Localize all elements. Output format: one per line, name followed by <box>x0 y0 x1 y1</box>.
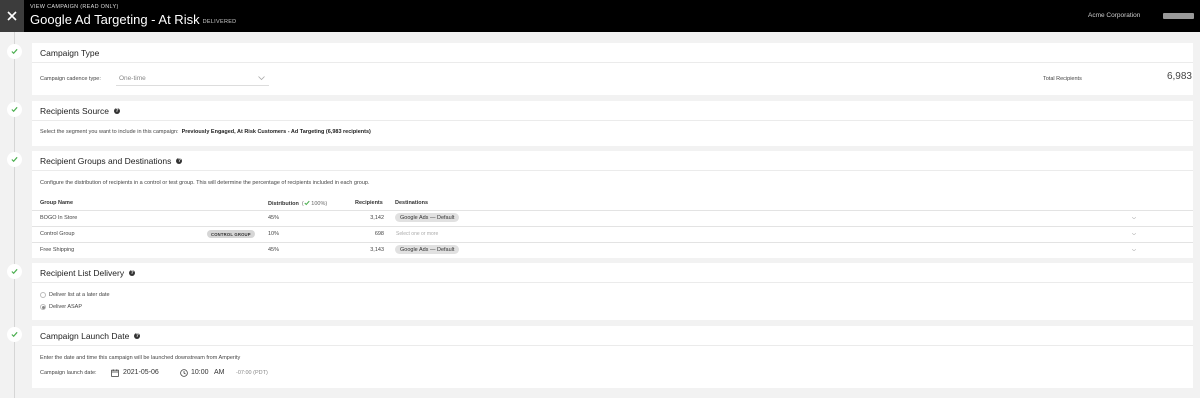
close-button[interactable] <box>0 0 24 32</box>
group-name: BOGO In Store <box>40 215 78 221</box>
status-badge: DELIVERED <box>202 19 237 25</box>
section-heading: Recipient List Delivery? <box>32 263 1193 283</box>
step-complete-check-3 <box>7 152 22 167</box>
total-recipients-label: Total Recipients <box>1043 76 1082 82</box>
group-recipients: 3,142 <box>370 215 384 221</box>
section-heading: Campaign Type <box>32 43 1193 63</box>
check-icon <box>11 48 18 55</box>
campaign-title: Google Ad Targeting - At Risk <box>30 12 200 27</box>
segment-name: Previously Engaged, At Risk Customers - … <box>181 129 371 135</box>
segment-prompt: Select the segment you want to include i… <box>40 129 179 135</box>
recipient-groups-card: Recipient Groups and Destinations? Confi… <box>32 151 1193 258</box>
column-header-destinations: Destinations <box>395 200 429 206</box>
step-timeline <box>14 32 15 398</box>
column-header-group-name: Group Name <box>40 200 74 206</box>
cadence-select[interactable]: One-time <box>116 71 269 86</box>
launch-date-value[interactable]: 2021-05-06 <box>123 369 159 376</box>
recipients-source-heading: Recipients Source <box>40 105 109 116</box>
help-icon[interactable]: ? <box>176 157 183 164</box>
help-icon[interactable]: ? <box>129 269 136 276</box>
check-icon <box>11 268 18 275</box>
check-icon <box>11 106 18 113</box>
recipient-groups-heading: Recipient Groups and Destinations <box>40 155 172 166</box>
step-complete-check-2 <box>7 102 22 117</box>
step-complete-check-4 <box>7 264 22 279</box>
column-header-recipients: Recipients <box>355 200 383 206</box>
table-row: Free Shipping 45% 3,143 Google Ads — Def… <box>32 242 1193 258</box>
destination-placeholder[interactable]: Select one or more <box>396 231 438 237</box>
campaign-type-card: Campaign Type Campaign cadence type: One… <box>32 43 1193 95</box>
group-distribution: 45% <box>268 215 280 221</box>
app-header: VIEW CAMPAIGN (READ ONLY) Google Ad Targ… <box>0 0 1200 32</box>
group-distribution: 45% <box>268 247 280 253</box>
launch-description: Enter the date and time this campaign wi… <box>40 355 241 361</box>
radio-button-selected[interactable] <box>40 304 46 310</box>
check-icon <box>304 200 310 206</box>
launch-ampm-value[interactable]: AM <box>214 369 225 376</box>
table-row: Control Group CONTROL GROUP 10% 698 Sele… <box>32 226 1193 242</box>
chevron-down-icon <box>258 76 265 81</box>
total-recipients-value: 6,983 <box>1166 71 1192 82</box>
distribution-total: 100% <box>311 201 326 207</box>
chevron-down-icon[interactable] <box>1132 249 1136 251</box>
destination-pill[interactable]: Google Ads — Default <box>395 245 460 254</box>
deliver-later-label: Deliver list at a later date <box>49 292 110 298</box>
deliver-asap-radio[interactable]: Deliver ASAP <box>40 304 82 310</box>
launch-date-label: Campaign launch date: <box>40 370 97 376</box>
distribution-header-label: Distribution <box>268 201 299 207</box>
group-name: Control Group <box>40 231 75 237</box>
radio-button[interactable] <box>40 292 46 298</box>
launch-time-value[interactable]: 10:00 <box>191 369 209 376</box>
calendar-icon[interactable] <box>111 369 119 377</box>
campaign-type-heading: Campaign Type <box>40 47 100 58</box>
launch-date-heading: Campaign Launch Date <box>40 330 130 341</box>
organization-name[interactable]: Acme Corporation <box>1088 12 1140 19</box>
table-row: BOGO In Store 45% 3,142 Google Ads — Def… <box>32 210 1193 226</box>
destination-pill[interactable]: Google Ads — Default <box>395 213 460 222</box>
cadence-label: Campaign cadence type: <box>40 76 101 82</box>
list-delivery-card: Recipient List Delivery? Deliver list at… <box>32 263 1193 320</box>
page-title: Google Ad Targeting - At Risk DELIVERED <box>30 12 236 27</box>
step-complete-check-1 <box>7 44 22 59</box>
step-complete-check-5 <box>7 327 22 342</box>
launch-timezone: -07:00 (PDT) <box>236 370 268 376</box>
control-group-badge: CONTROL GROUP <box>207 230 255 238</box>
section-heading: Recipient Groups and Destinations? <box>32 151 1193 171</box>
section-heading: Recipients Source? <box>32 101 1193 121</box>
check-icon <box>11 331 18 338</box>
clock-icon[interactable] <box>180 369 188 377</box>
chevron-down-icon[interactable] <box>1132 233 1136 235</box>
section-heading: Campaign Launch Date? <box>32 326 1193 346</box>
group-name: Free Shipping <box>40 247 75 253</box>
launch-date-card: Campaign Launch Date? Enter the date and… <box>32 326 1193 388</box>
segment-description: Select the segment you want to include i… <box>40 129 371 135</box>
group-recipients: 3,143 <box>370 247 384 253</box>
cadence-value: One-time <box>119 74 146 82</box>
group-distribution: 10% <box>268 231 280 237</box>
chevron-down-icon[interactable] <box>1132 217 1136 219</box>
close-icon <box>7 11 17 21</box>
page-subtitle: VIEW CAMPAIGN (READ ONLY) <box>30 4 119 10</box>
recipients-source-card: Recipients Source? Select the segment yo… <box>32 101 1193 146</box>
list-delivery-heading: Recipient List Delivery <box>40 267 125 278</box>
deliver-asap-label: Deliver ASAP <box>49 304 83 310</box>
help-icon[interactable]: ? <box>113 107 120 114</box>
launch-date-row: Campaign launch date: 2021-05-06 10:00 A… <box>32 368 432 380</box>
deliver-later-radio[interactable]: Deliver list at a later date <box>40 292 110 298</box>
check-icon <box>11 156 18 163</box>
group-recipients: 698 <box>374 231 384 237</box>
help-icon[interactable]: ? <box>134 332 141 339</box>
user-menu[interactable] <box>1163 13 1194 19</box>
groups-description: Configure the distribution of recipients… <box>40 180 370 186</box>
column-header-distribution: Distribution ( 100%) <box>268 200 328 207</box>
